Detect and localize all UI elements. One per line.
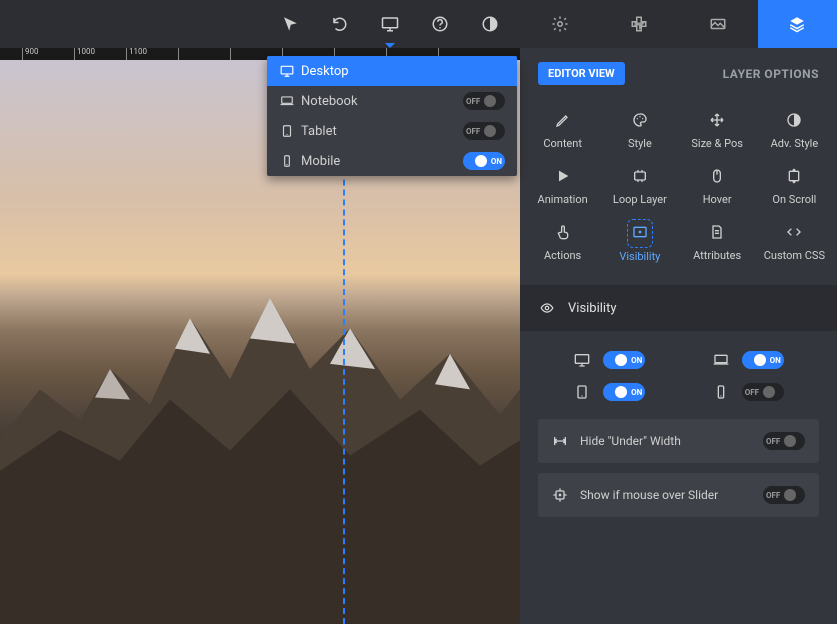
- cursor-tool-button[interactable]: [270, 4, 310, 44]
- visibility-tablet-row: ON: [550, 383, 669, 401]
- desktop-icon: [381, 15, 399, 33]
- desktop-icon: [279, 64, 301, 78]
- dropdown-label: Desktop: [301, 64, 505, 79]
- visibility-device-grid: ON ON ON OFF: [520, 331, 837, 419]
- code-icon: [786, 224, 802, 240]
- tool-on-scroll[interactable]: On Scroll: [756, 159, 833, 215]
- visibility-notebook-row: ON: [689, 351, 808, 369]
- width-icon: [552, 433, 568, 449]
- help-button[interactable]: [420, 4, 460, 44]
- panorama-icon: [709, 15, 727, 33]
- mobile-icon: [712, 384, 730, 400]
- dropdown-item-mobile[interactable]: Mobile ON: [267, 146, 517, 176]
- tablet-toggle[interactable]: OFF: [463, 122, 505, 140]
- visibility-section-header[interactable]: Visibility: [520, 285, 837, 331]
- palette-icon: [632, 112, 648, 128]
- cross-icon: [630, 15, 648, 33]
- tablet-icon: [279, 124, 301, 138]
- mouse-icon: [709, 168, 725, 184]
- section-title: Visibility: [568, 301, 617, 316]
- mobile-toggle[interactable]: ON: [463, 152, 505, 170]
- ruler-tick: [0, 48, 20, 60]
- eye-icon: [538, 301, 556, 315]
- dropdown-item-tablet[interactable]: Tablet OFF: [267, 116, 517, 146]
- tool-content[interactable]: Content: [524, 103, 601, 159]
- visibility-mobile-toggle[interactable]: OFF: [742, 383, 784, 401]
- hide-under-width-row: Hide "Under" Width OFF: [538, 419, 819, 463]
- tool-attributes[interactable]: Attributes: [679, 215, 756, 271]
- tab-settings[interactable]: [520, 0, 599, 48]
- ruler-tick: [178, 48, 228, 60]
- play-icon: [555, 168, 571, 184]
- dropdown-item-desktop[interactable]: Desktop: [267, 56, 517, 86]
- tool-loop-layer[interactable]: Loop Layer: [601, 159, 678, 215]
- doc-icon: [709, 224, 725, 240]
- tool-animation[interactable]: Animation: [524, 159, 601, 215]
- hide-under-width-toggle[interactable]: OFF: [763, 432, 805, 450]
- tool-style[interactable]: Style: [601, 103, 678, 159]
- sidebar-tabs: [520, 0, 837, 48]
- option-label: Show if mouse over Slider: [580, 488, 751, 502]
- layers-icon: [788, 15, 806, 33]
- tab-slides[interactable]: [679, 0, 758, 48]
- tab-navigation[interactable]: [599, 0, 678, 48]
- contrast-icon: [481, 15, 499, 33]
- undo-button[interactable]: [320, 4, 360, 44]
- tablet-icon: [573, 384, 591, 400]
- help-icon: [431, 15, 449, 33]
- tool-grid: Content Style Size & Pos Adv. Style Anim…: [520, 95, 837, 285]
- ruler-tick: 900: [22, 48, 72, 60]
- target-icon: [552, 487, 568, 503]
- touch-icon: [555, 224, 571, 240]
- right-sidebar: EDITOR VIEW LAYER OPTIONS Content Style …: [520, 0, 837, 624]
- tool-adv-style[interactable]: Adv. Style: [756, 103, 833, 159]
- undo-icon: [331, 15, 349, 33]
- tool-custom-css[interactable]: Custom CSS: [756, 215, 833, 271]
- dropdown-label: Mobile: [301, 154, 463, 169]
- move-icon: [709, 112, 725, 128]
- tab-layers[interactable]: [758, 0, 837, 48]
- notebook-icon: [712, 352, 730, 368]
- visibility-mobile-row: OFF: [689, 383, 808, 401]
- visibility-desktop-toggle[interactable]: ON: [603, 351, 645, 369]
- contrast-icon: [786, 112, 802, 128]
- dropdown-label: Notebook: [301, 94, 463, 109]
- notebook-icon: [279, 94, 301, 108]
- show-on-hover-toggle[interactable]: OFF: [763, 486, 805, 504]
- tool-actions[interactable]: Actions: [524, 215, 601, 271]
- layer-options-button[interactable]: LAYER OPTIONS: [723, 67, 819, 81]
- visibility-desktop-row: ON: [550, 351, 669, 369]
- tool-size-pos[interactable]: Size & Pos: [679, 103, 756, 159]
- device-dropdown: Desktop Notebook OFF Tablet OFF Mobile O…: [267, 56, 517, 176]
- mountain-image: [0, 257, 520, 624]
- tool-visibility[interactable]: Visibility: [601, 215, 678, 271]
- loop-icon: [632, 168, 648, 184]
- ruler-tick: 1100: [126, 48, 176, 60]
- option-label: Hide "Under" Width: [580, 434, 751, 448]
- visibility-tablet-toggle[interactable]: ON: [603, 383, 645, 401]
- eye-box-icon: [632, 224, 648, 240]
- gear-icon: [551, 15, 569, 33]
- show-on-hover-row: Show if mouse over Slider OFF: [538, 473, 819, 517]
- scroll-icon: [786, 168, 802, 184]
- tool-hover[interactable]: Hover: [679, 159, 756, 215]
- sidebar-header: EDITOR VIEW LAYER OPTIONS: [520, 48, 837, 95]
- desktop-icon: [573, 352, 591, 368]
- ruler-tick: 1000: [74, 48, 124, 60]
- device-preview-button[interactable]: [370, 4, 410, 44]
- editor-view-button[interactable]: EDITOR VIEW: [538, 62, 625, 85]
- notebook-toggle[interactable]: OFF: [463, 92, 505, 110]
- contrast-button[interactable]: [470, 4, 510, 44]
- main-toolbar: [0, 0, 520, 48]
- dropdown-item-notebook[interactable]: Notebook OFF: [267, 86, 517, 116]
- mobile-icon: [279, 154, 301, 168]
- pencil-icon: [555, 112, 571, 128]
- dropdown-label: Tablet: [301, 124, 463, 139]
- visibility-notebook-toggle[interactable]: ON: [742, 351, 784, 369]
- cursor-icon: [281, 15, 299, 33]
